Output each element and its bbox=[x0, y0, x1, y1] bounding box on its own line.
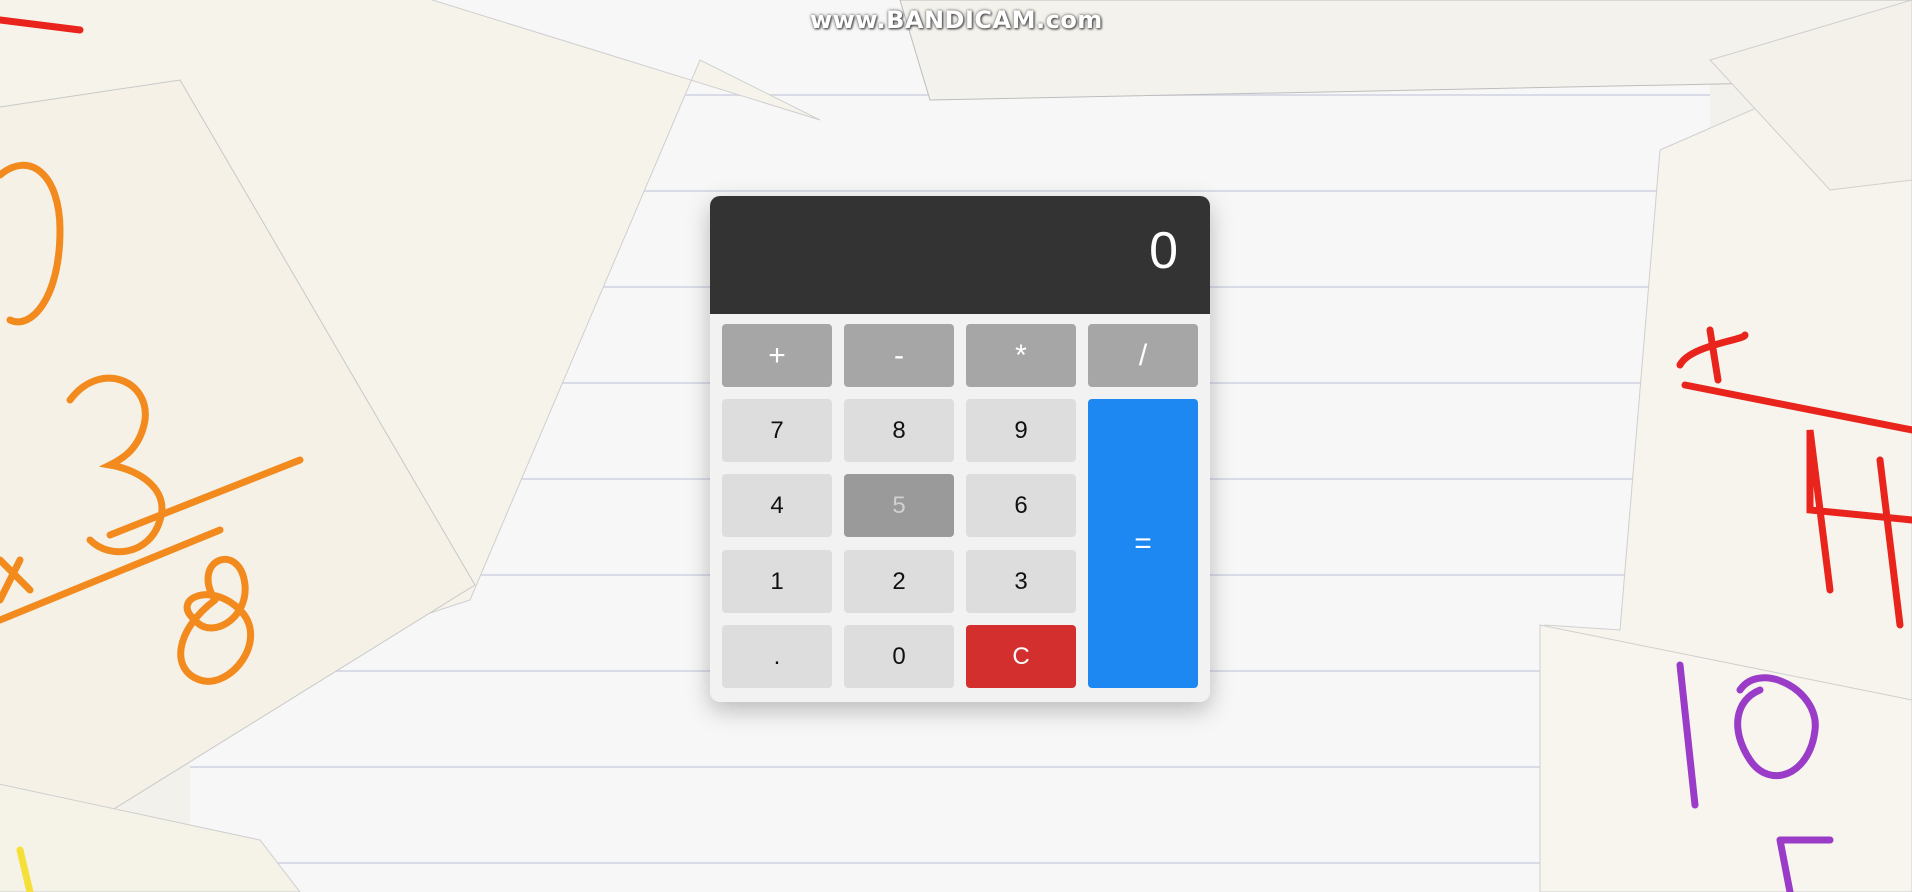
digit-7-button[interactable]: 7 bbox=[722, 399, 832, 462]
digit-4-button[interactable]: 4 bbox=[722, 474, 832, 537]
divide-button[interactable]: / bbox=[1088, 324, 1198, 387]
digit-2-button[interactable]: 2 bbox=[844, 550, 954, 613]
multiply-button[interactable]: * bbox=[966, 324, 1076, 387]
equals-button[interactable]: = bbox=[1088, 399, 1198, 688]
keypad: + - * / 7 8 9 4 5 6 1 2 3 . 0 C = bbox=[710, 314, 1210, 702]
digit-8-button[interactable]: 8 bbox=[844, 399, 954, 462]
digit-9-button[interactable]: 9 bbox=[966, 399, 1076, 462]
subtract-button[interactable]: - bbox=[844, 324, 954, 387]
clear-button[interactable]: C bbox=[966, 625, 1076, 688]
add-button[interactable]: + bbox=[722, 324, 832, 387]
digit-6-button[interactable]: 6 bbox=[966, 474, 1076, 537]
calculator-display: 0 bbox=[710, 196, 1210, 314]
decimal-point-button[interactable]: . bbox=[722, 625, 832, 688]
digit-5-button[interactable]: 5 bbox=[844, 474, 954, 537]
digit-1-button[interactable]: 1 bbox=[722, 550, 832, 613]
bandicam-watermark: www.BANDICAM.com bbox=[810, 6, 1103, 34]
calculator: 0 + - * / 7 8 9 4 5 6 1 2 3 . 0 C = bbox=[710, 196, 1210, 702]
digit-3-button[interactable]: 3 bbox=[966, 550, 1076, 613]
display-value: 0 bbox=[1149, 222, 1178, 280]
digit-0-button[interactable]: 0 bbox=[844, 625, 954, 688]
